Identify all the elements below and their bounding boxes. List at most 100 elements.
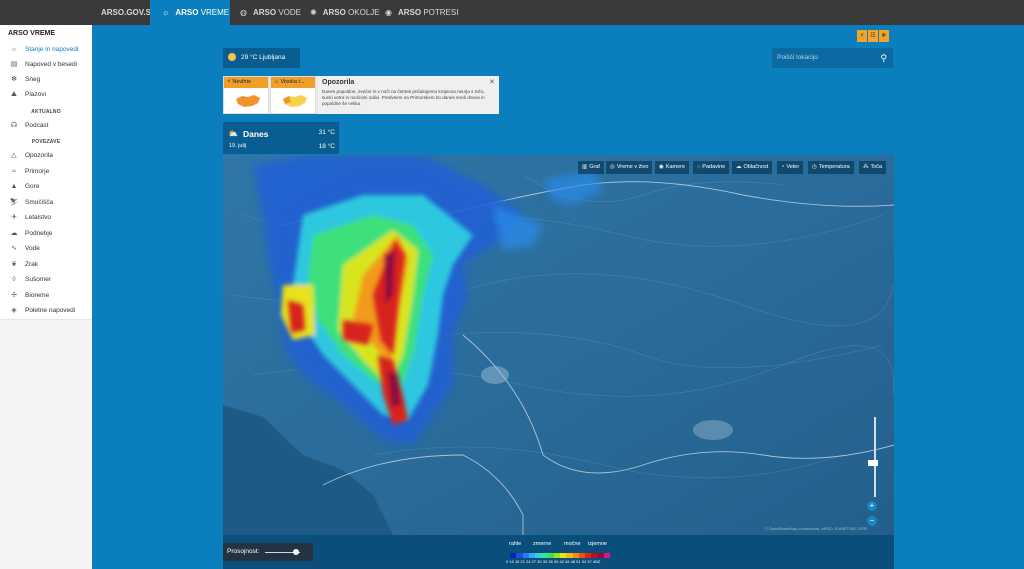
ski-icon: ⛷ [9,199,19,206]
sidebar-item-zrak[interactable]: ❦ Zrak [8,258,38,272]
zagreb-area [693,420,733,440]
partly-cloudy-icon: ⛅ [228,129,238,138]
headphones-icon: ☊ [10,122,18,129]
radar-map-canvas [223,155,894,535]
thermometer-icon: ◷ [812,164,817,170]
sea-icon: ≈ [12,168,16,175]
sidebar-item-plazovi[interactable]: ⛰ Plazovi [8,88,46,102]
wind-icon: ◔ [781,164,785,170]
legend-swatch [603,553,610,558]
sidebar-item-podnebje[interactable]: ☁ Podnebje [8,227,53,241]
lightning-icon: ⚡ [227,79,231,85]
zoom-slider-track[interactable] [874,417,876,497]
today-forecast-card[interactable]: ⛅ Danes 31 °C 19. julij 18 °C [223,122,339,154]
climate-icon: ☁ [10,230,18,237]
close-icon[interactable]: ✕ [489,78,495,86]
summer-drop-icon: ◈ [11,307,17,314]
tab-arso-potresi[interactable]: ◉ ARSO POTRESI [385,0,458,25]
map-tool-toca[interactable]: ⁂ Toča [859,161,887,174]
search-icon[interactable]: ⚲ [880,48,887,68]
sidebar-item-primorje[interactable]: ≈ Primorje [8,165,49,179]
hail-icon: ⁂ [863,164,869,170]
sidebar-item-stanje-in-napovedi[interactable]: ☼ Stanje in napovedi [8,43,79,57]
tab-arso-vreme[interactable]: ☼ ARSO VREME [150,0,230,25]
map-tool-veter[interactable]: ◔ Veter [777,161,804,174]
slovenia-temperature-map [283,95,307,107]
radar-legend: rahle zmerne močne izjemne 0 15 18 21 24… [506,541,616,567]
sidebar-item-napoved-v-besedi[interactable]: ▤ Napoved v besedi [8,58,77,72]
sun-icon [228,53,236,62]
warning-text: Opozorila Danes popoldne, zvečer in v no… [318,76,499,114]
location-search-input[interactable]: Poišči lokacijo ⚲ [772,48,893,68]
zoom-in-button[interactable]: + [867,501,877,511]
leaf-icon: ❦ [11,261,17,268]
sidebar-item-letalstvo[interactable]: ✈ Letalstvo [8,211,51,225]
sidebar-item-opozorila[interactable]: △ Opozorila [8,149,53,163]
sidebar-title: ARSO VREME [8,30,56,37]
legend-izjemne: izjemne [588,541,607,547]
other-warning-icon[interactable]: ❄ [879,30,889,42]
forecast-date: 19. julij [229,143,247,149]
forecast-min-temp: 18 °C [318,143,335,150]
rain-icon: ◌ [697,164,701,170]
opacity-slider-knob[interactable] [293,549,299,555]
sidebar-item-poletne-napovedi[interactable]: ◈ Poletne napovedi [8,304,75,318]
waves-icon: ∿ [11,245,17,252]
zoom-out-button[interactable]: − [867,516,877,526]
warning-title: Opozorila [322,79,355,86]
sidebar-panel: ARSO VREME ☼ Stanje in napovedi ▤ Napoved … [0,25,92,320]
high-temperature-warning[interactable]: ♨ Visoka t... [270,76,316,114]
sidebar-item-susomer[interactable]: ◊ Sušomer [8,273,51,287]
sidebar-item-sneg[interactable]: ✻ Sneg [8,73,40,87]
map-bottom-bar: Prosojnost: rahle zmerne močne izjemne 0… [223,535,894,569]
earthquake-icon: ◉ [385,8,392,17]
sidebar-item-gore[interactable]: ▲ Gore [8,180,40,194]
current-city: Ljubljana [259,54,286,61]
radar-map[interactable]: ▥ Graf ◎ Vreme v živo ◉ Kamere ◌ Padavine ☁ O… [223,155,894,535]
current-location-weather[interactable]: 29 °C Ljubljana [223,48,300,68]
sidebar-section-povezave: POVEZAVE [31,139,61,145]
snowflake-icon: ✻ [11,76,17,83]
opacity-label: Prosojnost: [227,548,260,555]
map-attribution: © OpenStreetMap contributors, ARSO, EUME… [765,526,868,531]
avalanche-icon: ⛰ [11,91,17,98]
map-tool-oblacnost[interactable]: ☁ Oblačnost [732,161,773,174]
active-warnings-icons: ⚡ ☷ ❄ [857,30,890,42]
thunderstorm-warning[interactable]: ⚡ Nevihte [223,76,269,114]
top-navigation-bar: ARSO.GOV.SI ☼ ARSO VREME ◍ ARSO VODE ✺ ARSO… [0,0,1024,25]
map-tool-graf[interactable]: ▥ Graf [578,161,604,174]
sidebar-item-podcast[interactable]: ☊ Podcast [8,119,49,133]
warnings-card: ⚡ Nevihte ♨ Visoka t... Opozorila Danes … [223,76,499,114]
sidebar-section-aktualno: AKTUALNO [31,109,61,115]
legend-color-scale [510,553,610,558]
sidebar-item-smucisca[interactable]: ⛷ Smučišča [8,196,54,210]
tab-arso-gov-si[interactable]: ARSO.GOV.SI [101,0,153,25]
sidebar: ARSO VREME ☼ Stanje in napovedi ▤ Napoved … [0,25,92,569]
chart-icon: ▥ [582,164,588,170]
sidebar-item-vode[interactable]: ∿ Vode [8,242,40,256]
warning-body: Danes popoldne, zvečer in v noči na četr… [322,89,485,106]
forecast-day: Danes [243,129,269,139]
search-placeholder: Poišči lokacijo [777,54,818,61]
document-icon: ▤ [10,61,18,68]
ljubljana-area [481,366,509,384]
drought-icon: ◊ [12,276,16,283]
thunderstorm-warning-icon[interactable]: ⚡ [857,30,867,42]
sidebar-item-bioreme[interactable]: ✢ Bioreme [8,289,49,303]
sun-icon: ☼ [162,8,170,17]
opacity-control[interactable]: Prosojnost: [223,543,313,561]
tab-arso-okolje[interactable]: ✺ ARSO OKOLJE [310,0,380,25]
tab-arso-vode[interactable]: ◍ ARSO VODE [240,0,301,25]
cloud-icon: ☁ [736,164,742,170]
map-tool-vreme-v-zivo[interactable]: ◎ Vreme v živo [606,161,653,174]
legend-rahle: rahle [509,541,522,547]
high-temperature-warning-icon[interactable]: ☷ [868,30,878,42]
water-drop-icon: ◍ [240,8,247,17]
map-tool-temperatura[interactable]: ◷ Temperatura [808,161,854,174]
legend-zmerne: zmerne [533,541,552,547]
map-tool-kamere[interactable]: ◉ Kamere [655,161,690,174]
mountain-icon: ▲ [10,183,18,190]
live-icon: ◎ [610,164,615,170]
map-tool-padavine[interactable]: ◌ Padavine [693,161,730,174]
zoom-slider-handle[interactable] [868,460,878,466]
